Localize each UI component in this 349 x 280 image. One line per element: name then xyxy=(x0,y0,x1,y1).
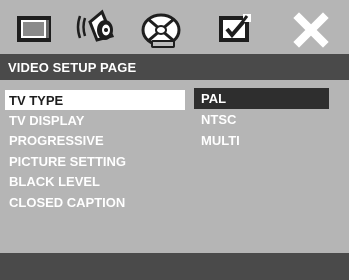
menu-item-label: CLOSED CAPTION xyxy=(9,195,126,210)
menu-item-label: TV DISPLAY xyxy=(9,113,85,128)
footer-bar xyxy=(0,253,349,280)
audio-setup-icon[interactable] xyxy=(72,6,122,50)
option-pal[interactable]: PAL xyxy=(194,88,329,109)
option-multi[interactable]: MULTI xyxy=(194,130,329,151)
video-setup-screen: VIDEO SETUP PAGE TV TYPE TV DISPLAY PROG… xyxy=(0,0,349,280)
exit-icon[interactable] xyxy=(287,6,337,50)
menu-item-label: PICTURE SETTING xyxy=(9,154,127,169)
preference-setup-icon[interactable] xyxy=(209,6,259,50)
option-label: MULTI xyxy=(201,133,240,148)
setup-toolbar xyxy=(0,0,349,54)
page-title: VIDEO SETUP PAGE xyxy=(8,60,137,75)
option-label: PAL xyxy=(201,91,227,106)
option-ntsc[interactable]: NTSC xyxy=(194,109,329,130)
page-header: VIDEO SETUP PAGE xyxy=(0,54,349,80)
menu-item-label: PROGRESSIVE xyxy=(9,133,104,148)
general-setup-icon[interactable] xyxy=(10,6,60,50)
menu-item-label: BLACK LEVEL xyxy=(9,174,100,189)
menu-item-tv-type[interactable]: TV TYPE xyxy=(5,90,185,110)
menu-item-label: TV TYPE xyxy=(9,93,64,108)
video-setup-icon[interactable] xyxy=(137,6,187,50)
option-label: NTSC xyxy=(201,112,237,127)
